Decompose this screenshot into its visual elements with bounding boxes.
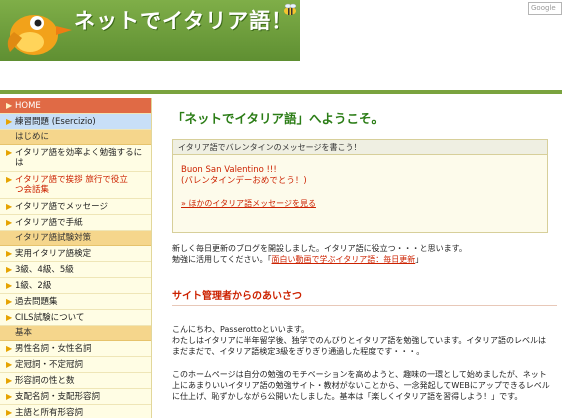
arrow-right-icon: ▶ — [6, 101, 13, 110]
sidebar-item-label: イタリア語でメッセージ — [15, 202, 108, 212]
site-header: ネットでイタリア語！ — [0, 0, 300, 61]
arrow-right-icon: ▶ — [6, 249, 13, 258]
message-box-header: イタリア語でバレンタインのメッセージを書こう！ — [173, 140, 547, 155]
google-search-input[interactable]: Google — [528, 2, 562, 15]
sidebar-item-levels-3-5[interactable]: ▶ 3級、4級、5級 — [0, 262, 151, 278]
greeting-line: まだまだで、イタリア語検定3級をぎりぎり通過した程度です・・・。 — [172, 347, 425, 356]
greeting-paragraph: こんにちわ、Passerottoといいます。 わたしはイタリアに半年留学後、独学… — [172, 324, 562, 357]
sidebar-item-greetings[interactable]: ▶ イタリア語で挨拶 旅行で役立つ会話集 — [0, 172, 151, 199]
sidebar-item-label: 練習問題 (Esercizio) — [15, 117, 96, 127]
news-text: 新しく毎日更新のブログを開設しました。イタリア語に役立つ・・・と思います。 勉強… — [172, 243, 562, 265]
sidebar-section-basics: 基本 — [0, 326, 151, 341]
sidebar-item-demonstratives[interactable]: ▶ 支配名詞・支配形容詞 — [0, 389, 151, 405]
message-box-body: Buon San Valentino !!! (バレンタインデーおめでとう！) … — [173, 155, 547, 219]
sidebar-item-label: イタリア語を効率よく勉強するには — [15, 148, 143, 168]
arrow-right-icon: ▶ — [6, 148, 13, 157]
site-title[interactable]: ネットでイタリア語！ — [74, 5, 293, 35]
sidebar-item-label: 形容詞の性と数 — [15, 376, 75, 386]
arrow-right-icon: ▶ — [6, 297, 13, 306]
news-suffix: 」 — [415, 255, 424, 264]
arrow-right-icon: ▶ — [6, 313, 13, 322]
sidebar-item-cils[interactable]: ▶ CILS試験について — [0, 310, 151, 326]
message-box: イタリア語でバレンタインのメッセージを書こう！ Buon San Valenti… — [172, 139, 548, 233]
sidebar-section-intro: はじめに — [0, 130, 151, 145]
sidebar-item-label: イタリア語で手紙 — [15, 218, 83, 228]
sidebar-item-label: イタリア語で挨拶 旅行で役立つ会話集 — [15, 175, 128, 195]
arrow-right-icon: ▶ — [6, 265, 13, 274]
sidebar-item-exercises[interactable]: ▶ 練習問題 (Esercizio) — [0, 114, 151, 130]
greeting-line: こんにちわ、Passerottoといいます。 — [172, 325, 309, 334]
message-italian: Buon San Valentino !!! — [181, 165, 277, 175]
sidebar-item-messages[interactable]: ▶ イタリア語でメッセージ — [0, 199, 151, 215]
sidebar-item-levels-1-2[interactable]: ▶ 1級、2級 — [0, 278, 151, 294]
arrow-right-icon: ▶ — [6, 117, 13, 126]
sidebar-item-adjectives[interactable]: ▶ 形容詞の性と数 — [0, 373, 151, 389]
arrow-right-icon: ▶ — [6, 376, 13, 385]
main-content: 「ネットでイタリア語」へようこそ。 イタリア語でバレンタインのメッセージを書こう… — [172, 98, 562, 402]
sidebar-item-label: 定冠詞・不定冠詞 — [15, 360, 84, 370]
sidebar-item-label: 主語と所有形容詞 — [15, 408, 84, 418]
blog-link[interactable]: 面白い動画で学ぶイタリア語：毎日更新 — [272, 255, 416, 264]
sidebar-nav: ▶ HOME ▶ 練習問題 (Esercizio) はじめに ▶ イタリア語を効… — [0, 98, 152, 418]
page-title: 「ネットでイタリア語」へようこそ。 — [172, 111, 385, 126]
sidebar-item-label: 1級、2級 — [15, 281, 52, 291]
sidebar-item-letters[interactable]: ▶ イタリア語で手紙 — [0, 215, 151, 231]
bee-icon — [284, 3, 297, 15]
about-line: このホームページは自分の勉強のモチベーションを高めようと、趣味の一環として始めま… — [172, 370, 547, 379]
message-japanese: (バレンタインデーおめでとう！) — [181, 176, 307, 186]
arrow-right-icon: ▶ — [6, 392, 13, 401]
sidebar-item-possessives[interactable]: ▶ 主語と所有形容詞 — [0, 405, 151, 418]
about-line: に仕上げ、恥ずかしながら公開いたしました。基本は「楽しくイタリア語を習得しよう！… — [172, 392, 523, 401]
arrow-right-icon: ▶ — [6, 218, 13, 227]
arrow-right-icon: ▶ — [6, 360, 13, 369]
sidebar-item-past-exams[interactable]: ▶ 過去問題集 — [0, 294, 151, 310]
more-messages-link[interactable]: » ほかのイタリア語メッセージを見る — [181, 198, 539, 209]
about-paragraph: このホームページは自分の勉強のモチベーションを高めようと、趣味の一環として始めま… — [172, 369, 562, 402]
greeting-line: わたしはイタリアに半年留学後、独学でのんびりとイタリア語を勉強しています。イタリ… — [172, 336, 546, 345]
about-line: 上にあまりいいイタリア語の勉強サイト・教材がないことから、一念発起してWEBにア… — [172, 381, 550, 390]
news-prefix: 勉強に活用してください。「 — [172, 255, 272, 264]
sidebar-item-gender-nouns[interactable]: ▶ 男性名詞・女性名詞 — [0, 341, 151, 357]
news-line: 勉強に活用してください。「面白い動画で学ぶイタリア語：毎日更新」 — [172, 254, 562, 265]
sidebar-item-label: 実用イタリア語検定 — [15, 249, 92, 259]
bird-logo-icon — [7, 15, 72, 55]
news-line: 新しく毎日更新のブログを開設しました。イタリア語に役立つ・・・と思います。 — [172, 244, 467, 253]
sidebar-item-label: HOME — [15, 101, 41, 111]
sidebar-item-label: 過去問題集 — [15, 297, 58, 307]
arrow-right-icon: ▶ — [6, 408, 13, 417]
sidebar-item-label: 支配名詞・支配形容詞 — [15, 392, 101, 402]
sidebar-item-practical-test[interactable]: ▶ 実用イタリア語検定 — [0, 246, 151, 262]
sidebar-item-articles[interactable]: ▶ 定冠詞・不定冠詞 — [0, 357, 151, 373]
sidebar-section-exam: イタリア語試験対策 — [0, 231, 151, 246]
sidebar-item-label: 3級、4級、5級 — [15, 265, 74, 275]
sidebar-item-home[interactable]: ▶ HOME — [0, 98, 151, 114]
arrow-right-icon: ▶ — [6, 175, 13, 184]
sidebar-item-label: CILS試験について — [15, 313, 85, 323]
section-heading-greeting: サイト管理者からのあいさつ — [172, 287, 557, 306]
sidebar-item-label: 男性名詞・女性名詞 — [15, 344, 92, 354]
arrow-right-icon: ▶ — [6, 202, 13, 211]
arrow-right-icon: ▶ — [6, 344, 13, 353]
arrow-right-icon: ▶ — [6, 281, 13, 290]
sidebar-item-study-efficiently[interactable]: ▶ イタリア語を効率よく勉強するには — [0, 145, 151, 172]
header-divider — [0, 90, 562, 94]
